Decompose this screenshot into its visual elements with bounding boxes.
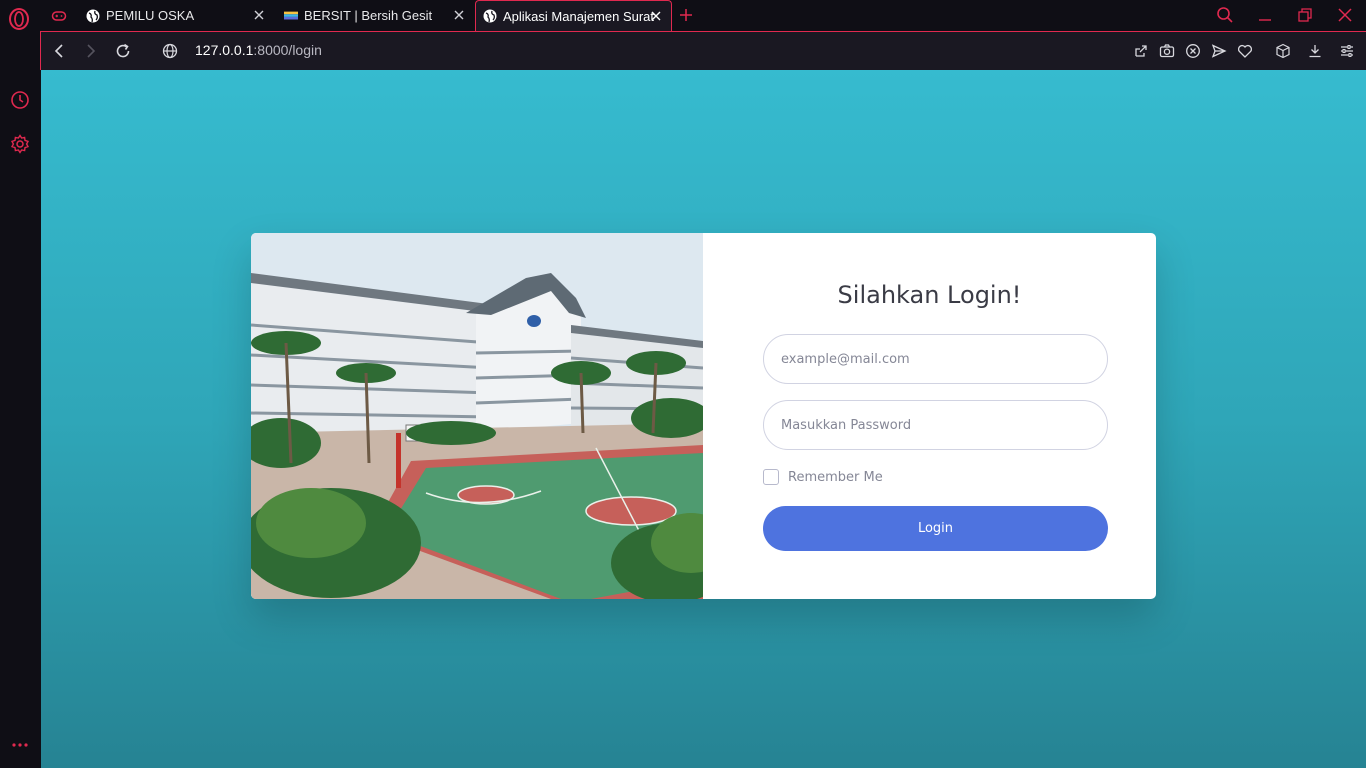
cube-icon[interactable]	[1275, 43, 1291, 59]
login-title: Silahkan Login!	[837, 281, 1022, 309]
camera-icon[interactable]	[1159, 43, 1175, 59]
share-icon[interactable]	[1133, 43, 1149, 59]
tab-title: PEMILU OSKA	[106, 8, 195, 23]
sidebar	[0, 31, 40, 768]
school-photo	[251, 233, 703, 599]
globe-icon[interactable]	[161, 42, 179, 60]
tab-title: BERSIT | Bersih Gesit	[304, 8, 433, 23]
login-form: Silahkan Login! Remember Me Login	[703, 233, 1156, 599]
search-icon[interactable]	[1216, 6, 1234, 24]
globe-icon	[483, 9, 497, 23]
page-content: Silahkan Login! Remember Me Login	[41, 70, 1366, 768]
close-icon[interactable]	[452, 8, 466, 22]
bersit-favicon-icon	[284, 11, 298, 19]
url-path: :8000/login	[253, 42, 322, 58]
remember-me-checkbox[interactable]	[763, 469, 779, 485]
email-field[interactable]	[763, 334, 1108, 384]
login-button[interactable]: Login	[763, 506, 1108, 551]
url-field[interactable]: 127.0.0.1:8000/login	[195, 42, 322, 58]
tab-pemilu-oska[interactable]: PEMILU OSKA	[78, 0, 274, 31]
download-icon[interactable]	[1307, 43, 1323, 59]
opera-logo-icon[interactable]	[8, 8, 30, 30]
url-host: 127.0.0.1	[195, 42, 254, 58]
close-window-icon[interactable]	[1336, 6, 1354, 24]
login-card: Silahkan Login! Remember Me Login	[251, 233, 1156, 599]
send-icon[interactable]	[1211, 43, 1227, 59]
tab-bersit[interactable]: BERSIT | Bersih Gesit	[276, 0, 474, 31]
remember-me[interactable]: Remember Me	[763, 469, 883, 485]
gear-icon[interactable]	[10, 134, 30, 154]
remember-me-label: Remember Me	[788, 469, 883, 485]
heart-icon[interactable]	[1237, 43, 1253, 59]
password-field[interactable]	[763, 400, 1108, 450]
restore-icon[interactable]	[1296, 6, 1314, 24]
block-icon[interactable]	[1185, 43, 1201, 59]
plus-icon[interactable]	[678, 7, 694, 23]
close-icon[interactable]	[649, 9, 663, 23]
tab-bar: PEMILU OSKA BERSIT | Bersih Gesit Aplika…	[0, 0, 1366, 31]
globe-icon	[86, 9, 100, 22]
tab-aplikasi-manajemen-surat[interactable]: Aplikasi Manajemen Surat	[475, 0, 672, 31]
minimize-icon[interactable]	[1256, 6, 1274, 24]
tab-title: Aplikasi Manajemen Surat	[503, 8, 655, 24]
gamepad-icon[interactable]	[51, 8, 67, 24]
close-icon[interactable]	[252, 8, 266, 22]
reload-icon[interactable]	[114, 42, 132, 60]
clock-icon[interactable]	[10, 90, 30, 110]
settings-sliders-icon[interactable]	[1339, 43, 1355, 59]
address-bar: 127.0.0.1:8000/login	[40, 31, 1366, 70]
back-icon[interactable]	[50, 42, 68, 60]
more-icon[interactable]	[10, 735, 30, 755]
forward-icon[interactable]	[82, 42, 100, 60]
